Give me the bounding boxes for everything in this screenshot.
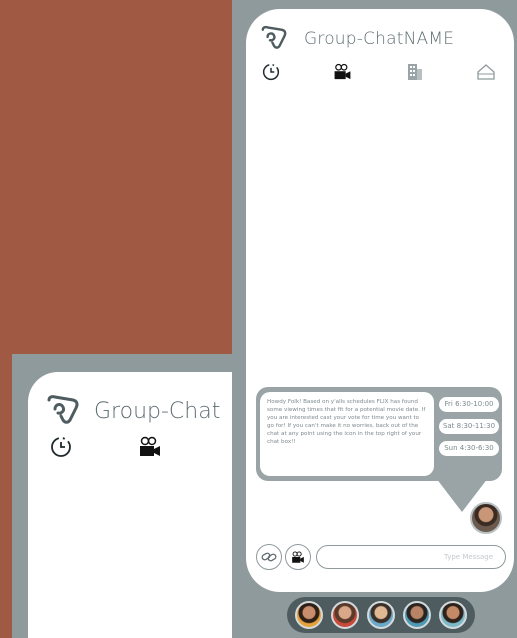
chat-title: Group-ChatNAME [304, 29, 455, 49]
time-option-fri[interactable]: Fri 6:30-10:00 [438, 396, 500, 413]
time-option-sun[interactable]: Sun 4:30-6:30 [438, 440, 500, 457]
building-icon[interactable] [406, 63, 424, 85]
avatar[interactable] [470, 502, 502, 534]
member-avatar[interactable] [439, 601, 467, 629]
clock-icon[interactable] [262, 63, 280, 85]
movie-share-button[interactable] [285, 544, 311, 570]
chat-header: Group-ChatNAME [260, 25, 454, 53]
bot-message-bubble: Howdy Folk! Based on y'alls schedules FL… [256, 387, 502, 481]
back-header: Group-Chat [46, 394, 220, 428]
movie-camera-icon[interactable] [333, 63, 352, 85]
back-chat-title: Group-Chat [94, 398, 221, 424]
home-icon[interactable] [476, 63, 496, 85]
movie-camera-icon[interactable] [138, 436, 162, 462]
back-phone-screen: Group-Chat [28, 372, 242, 638]
group-members-bar [287, 597, 475, 633]
member-avatar[interactable] [403, 601, 431, 629]
chat-screen: Group-ChatNAME Howdy Folk! Based on y'al… [246, 9, 514, 592]
member-avatar[interactable] [295, 601, 323, 629]
bot-message-text: Howdy Folk! Based on y'alls schedules FL… [260, 392, 434, 476]
link-icon [261, 552, 277, 562]
member-avatar[interactable] [367, 601, 395, 629]
member-avatar[interactable] [331, 601, 359, 629]
message-composer [256, 544, 506, 570]
message-input[interactable] [316, 545, 506, 569]
time-options: Fri 6:30-10:00 Sat 8:30-11:30 Sun 4:30-6… [438, 396, 500, 462]
back-button-icon[interactable] [46, 394, 80, 428]
clock-icon[interactable] [50, 436, 72, 462]
back-button-icon[interactable] [260, 25, 288, 53]
movie-camera-icon [292, 550, 304, 563]
attach-link-button[interactable] [256, 544, 282, 570]
time-option-sat[interactable]: Sat 8:30-11:30 [438, 418, 500, 435]
